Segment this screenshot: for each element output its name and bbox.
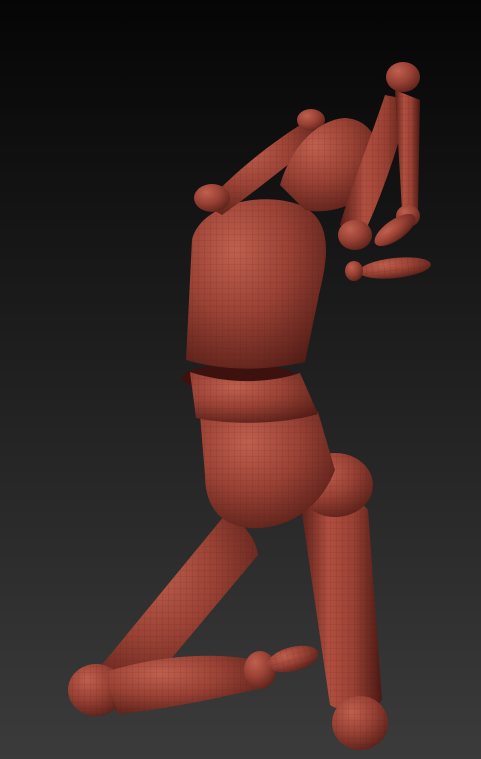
left-wrist xyxy=(345,261,363,281)
left-ankle xyxy=(244,651,276,689)
chest xyxy=(186,199,326,369)
mannequin-scene xyxy=(0,0,481,759)
right-knee xyxy=(332,696,388,750)
right-shoulder xyxy=(338,220,372,250)
left-shoulder xyxy=(194,184,230,212)
right-hand-top xyxy=(386,62,420,92)
sculpt-viewport[interactable] xyxy=(0,0,481,759)
